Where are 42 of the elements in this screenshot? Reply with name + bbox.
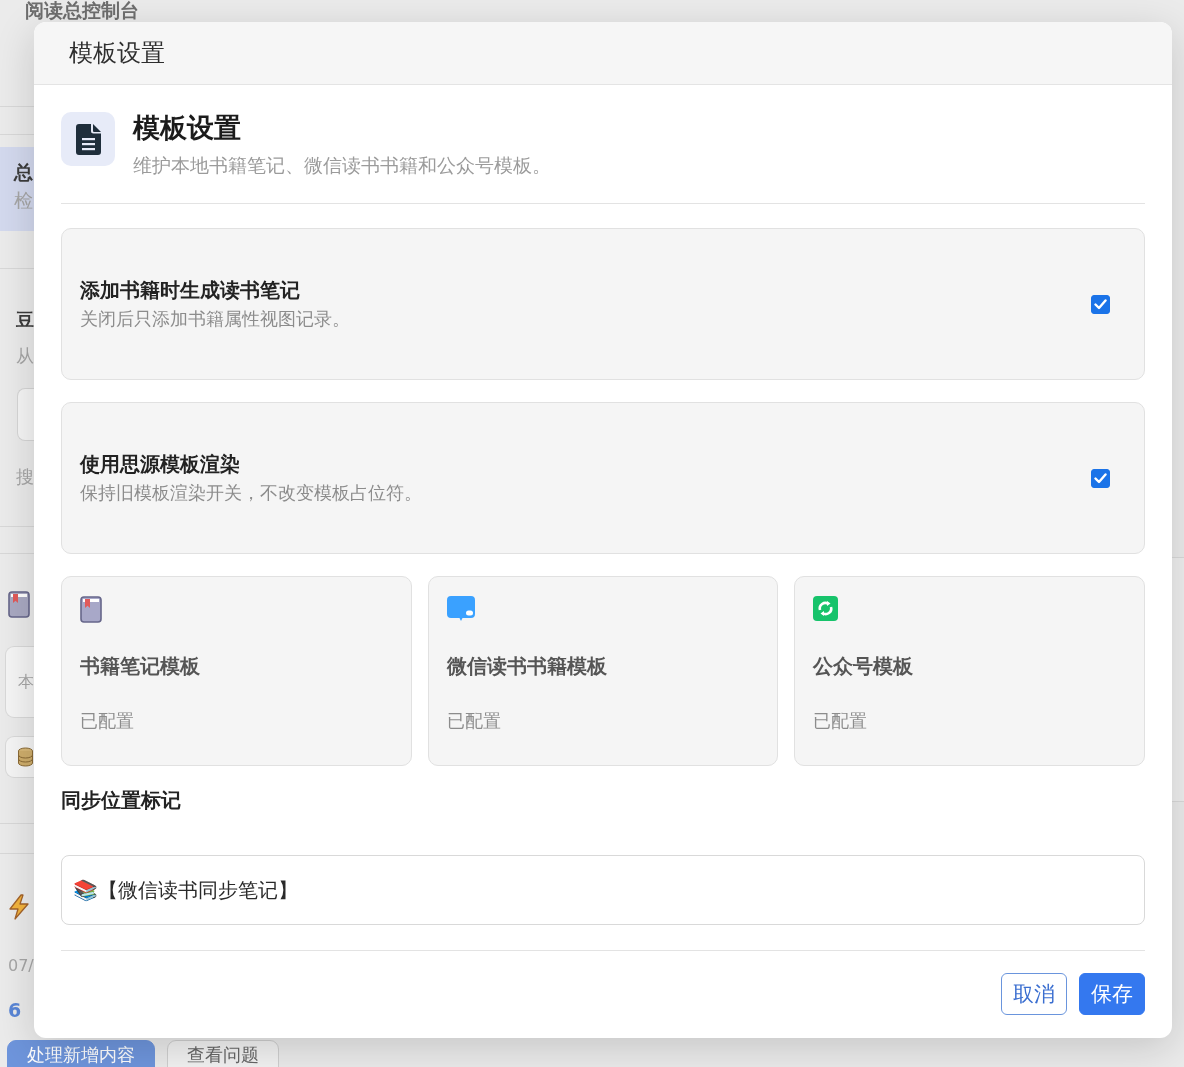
input-field[interactable] (17, 387, 34, 441)
database-icon (18, 747, 33, 767)
template-card[interactable]: 书籍笔记模板 已配置 (61, 576, 412, 766)
lightning-icon (8, 894, 30, 920)
side-card[interactable]: 总 检 (0, 147, 34, 231)
page-title: 阅读总控制台 (25, 0, 139, 21)
dialog-title: 模板设置 (69, 38, 165, 68)
option-title: 使用思源模板渲染 (80, 451, 240, 478)
template-card[interactable]: 微信读书书籍模板 已配置 (427, 576, 779, 766)
section-caption: 搜 (16, 464, 34, 489)
chat-bubble-icon (446, 596, 475, 622)
date-text: 07/ (8, 956, 34, 977)
template-status: 已配置 (80, 709, 134, 733)
option-description: 保持旧模板渲染开关，不改变模板占位符。 (80, 481, 422, 505)
book-icon (80, 596, 102, 623)
card-title: 总 (14, 161, 33, 185)
document-icon (61, 112, 115, 166)
section-title: 豆 (16, 309, 34, 332)
field-label: 同步位置标记 (61, 788, 181, 814)
save-button[interactable]: 保存 (1079, 973, 1145, 1015)
option-title: 添加书籍时生成读书笔记 (80, 277, 300, 304)
template-card[interactable]: 公众号模板 已配置 (794, 576, 1145, 766)
option-description: 关闭后只添加书籍属性视图记录。 (80, 307, 350, 331)
cancel-button[interactable]: 取消 (1001, 973, 1067, 1015)
template-status: 已配置 (813, 709, 868, 733)
section-description: 维护本地书籍笔记、微信读书书籍和公众号模板。 (133, 153, 551, 178)
database-button[interactable] (5, 736, 34, 778)
secondary-button[interactable]: 查看问题 (167, 1040, 279, 1067)
section-title: 模板设置 (133, 112, 241, 144)
card-text: 检 (14, 187, 33, 213)
checkbox[interactable] (1091, 468, 1110, 488)
text-field[interactable]: 📚【微信读书同步笔记】 (61, 855, 1145, 925)
checkbox[interactable] (1091, 294, 1110, 314)
book-icon (8, 591, 30, 618)
template-title: 书籍笔记模板 (80, 654, 200, 680)
template-title: 公众号模板 (813, 654, 914, 680)
section-text: 从 (16, 343, 34, 367)
template-title: 微信读书书籍模板 (446, 654, 607, 680)
template-status: 已配置 (446, 709, 501, 733)
count-text: 6 (8, 998, 22, 1023)
field-text: 本 (18, 671, 34, 693)
cycle-arrows-icon (813, 596, 839, 621)
